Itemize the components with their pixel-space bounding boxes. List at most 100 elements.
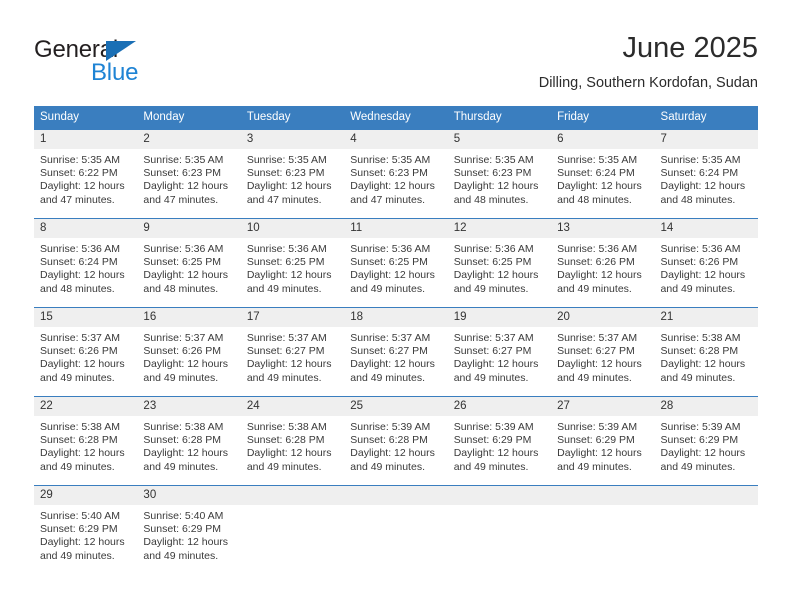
week-separator-cell — [344, 388, 448, 397]
day-details: Sunrise: 5:37 AM Sunset: 6:27 PM Daylight:… — [448, 327, 551, 385]
calendar-day-cell[interactable]: 28 Sunrise: 5:39 AM Sunset: 6:29 PM Dayligh… — [654, 396, 758, 477]
calendar-day-cell[interactable]: 5 Sunrise: 5:35 AM Sunset: 6:23 PM Daylight… — [447, 129, 552, 210]
calendar-day-cell[interactable]: 29 Sunrise: 5:40 AM Sunset: 6:29 PM Dayligh… — [34, 485, 138, 566]
day-details: Sunrise: 5:38 AM Sunset: 6:28 PM Daylight:… — [34, 416, 137, 474]
week-separator-cell — [654, 477, 758, 486]
sunrise-text: Sunrise: 5:35 AM — [246, 154, 327, 166]
sunset-text: Sunset: 6:25 PM — [453, 256, 532, 269]
calendar-day-cell[interactable]: 11 Sunrise: 5:36 AM Sunset: 6:25 PM Dayligh… — [344, 218, 448, 299]
calendar-day-cell[interactable]: 22 Sunrise: 5:38 AM Sunset: 6:28 PM Dayligh… — [34, 396, 138, 477]
calendar-day-cell[interactable]: 27 Sunrise: 5:39 AM Sunset: 6:29 PM Dayligh… — [551, 396, 655, 477]
sunset-text: Sunset: 6:26 PM — [660, 256, 739, 269]
calendar-day-cell[interactable]: 8 Sunrise: 5:36 AM Sunset: 6:24 PM Daylight… — [34, 218, 138, 299]
calendar-day-cell[interactable]: 30 Sunrise: 5:40 AM Sunset: 6:29 PM Dayligh… — [137, 485, 241, 566]
calendar-day-cell[interactable]: 23 Sunrise: 5:38 AM Sunset: 6:28 PM Dayligh… — [137, 396, 241, 477]
daylight-text-line2: and 49 minutes. — [350, 371, 425, 384]
calendar-day-cell[interactable]: 20 Sunrise: 5:37 AM Sunset: 6:27 PM Dayligh… — [551, 307, 655, 388]
day-details: Sunrise: 5:36 AM Sunset: 6:25 PM Daylight:… — [137, 238, 240, 296]
calendar-page: General Blue June 2025 Dilling, Southern… — [0, 0, 792, 612]
daylight-text-line1: Daylight: 12 hours — [143, 536, 229, 549]
daylight-text-line2: and 49 minutes. — [143, 460, 219, 473]
sunrise-text: Sunrise: 5:36 AM — [246, 243, 327, 255]
week-separator-cell — [654, 210, 758, 219]
calendar-day-cell[interactable]: 25 Sunrise: 5:39 AM Sunset: 6:28 PM Dayligh… — [344, 396, 448, 477]
title-block: June 2025 Dilling, Southern Kordofan, Su… — [539, 30, 758, 92]
sunset-text: Sunset: 6:22 PM — [40, 167, 118, 180]
daylight-text-line1: Daylight: 12 hours — [453, 447, 539, 460]
calendar-day-cell[interactable]: 26 Sunrise: 5:39 AM Sunset: 6:29 PM Dayligh… — [447, 396, 552, 477]
week-separator — [34, 388, 758, 397]
day-number: 29 — [34, 486, 138, 505]
weekday-header-tuesday: Tuesday — [240, 106, 345, 130]
week-separator-cell — [240, 210, 345, 219]
calendar-day-cell[interactable]: 17 Sunrise: 5:37 AM Sunset: 6:27 PM Dayligh… — [240, 307, 345, 388]
daylight-text-line1: Daylight: 12 hours — [557, 447, 642, 460]
day-details: Sunrise: 5:37 AM Sunset: 6:27 PM Daylight:… — [241, 327, 344, 385]
sunrise-text: Sunrise: 5:35 AM — [350, 154, 431, 166]
day-number: 21 — [654, 308, 758, 327]
calendar-day-cell[interactable]: 9 Sunrise: 5:36 AM Sunset: 6:25 PM Daylight… — [137, 218, 241, 299]
daylight-text-line2: and 49 minutes. — [143, 549, 219, 562]
week-separator-cell — [34, 477, 138, 486]
sunrise-text: Sunrise: 5:38 AM — [40, 421, 120, 433]
generalblue-logo[interactable]: General Blue — [34, 36, 214, 90]
calendar-day-cell[interactable]: 15 Sunrise: 5:37 AM Sunset: 6:26 PM Dayligh… — [34, 307, 138, 388]
week-separator — [34, 477, 758, 486]
day-number: 18 — [344, 308, 448, 327]
calendar-day-cell-empty — [344, 485, 448, 566]
calendar-day-cell[interactable]: 24 Sunrise: 5:38 AM Sunset: 6:28 PM Dayligh… — [240, 396, 345, 477]
calendar-day-cell[interactable]: 19 Sunrise: 5:37 AM Sunset: 6:27 PM Dayligh… — [447, 307, 552, 388]
day-number: 6 — [551, 130, 655, 149]
calendar-day-cell[interactable]: 21 Sunrise: 5:38 AM Sunset: 6:28 PM Dayligh… — [654, 307, 758, 388]
day-number: 17 — [240, 308, 345, 327]
day-details: Sunrise: 5:37 AM Sunset: 6:27 PM Daylight:… — [344, 327, 447, 385]
daylight-text-line2: and 49 minutes. — [246, 460, 322, 473]
week-separator-cell — [344, 299, 448, 308]
sunrise-text: Sunrise: 5:36 AM — [453, 243, 534, 255]
sunrise-text: Sunrise: 5:37 AM — [143, 332, 224, 344]
calendar-day-cell[interactable]: 14 Sunrise: 5:36 AM Sunset: 6:26 PM Dayligh… — [654, 218, 758, 299]
daylight-text-line1: Daylight: 12 hours — [40, 536, 125, 549]
daylight-text-line2: and 49 minutes. — [660, 282, 736, 295]
day-number: 25 — [344, 397, 448, 416]
calendar-day-cell[interactable]: 10 Sunrise: 5:36 AM Sunset: 6:25 PM Dayligh… — [240, 218, 345, 299]
page-header: General Blue June 2025 Dilling, Southern… — [0, 0, 792, 100]
calendar-day-cell[interactable]: 3 Sunrise: 5:35 AM Sunset: 6:23 PM Daylight… — [240, 129, 345, 210]
daylight-text-line2: and 47 minutes. — [143, 193, 219, 206]
sunset-text: Sunset: 6:27 PM — [350, 345, 428, 358]
week-separator-cell — [447, 388, 552, 397]
day-number: 4 — [344, 130, 448, 149]
sunrise-text: Sunrise: 5:39 AM — [350, 421, 431, 433]
daylight-text-line2: and 49 minutes. — [40, 549, 115, 562]
calendar-day-cell[interactable]: 16 Sunrise: 5:37 AM Sunset: 6:26 PM Dayligh… — [137, 307, 241, 388]
day-number: 20 — [551, 308, 655, 327]
week-separator — [34, 299, 758, 308]
day-details: Sunrise: 5:36 AM Sunset: 6:24 PM Daylight:… — [34, 238, 137, 296]
sunrise-text: Sunrise: 5:39 AM — [660, 421, 741, 433]
calendar-day-cell[interactable]: 2 Sunrise: 5:35 AM Sunset: 6:23 PM Daylight… — [137, 129, 241, 210]
calendar-day-cell[interactable]: 7 Sunrise: 5:35 AM Sunset: 6:24 PM Daylight… — [654, 129, 758, 210]
sunset-text: Sunset: 6:27 PM — [246, 345, 325, 358]
calendar-day-cell[interactable]: 4 Sunrise: 5:35 AM Sunset: 6:23 PM Daylight… — [344, 129, 448, 210]
day-details: Sunrise: 5:35 AM Sunset: 6:23 PM Daylight:… — [241, 149, 344, 207]
sunset-text: Sunset: 6:28 PM — [660, 345, 739, 358]
day-details: Sunrise: 5:35 AM Sunset: 6:22 PM Daylight:… — [34, 149, 137, 207]
day-details: Sunrise: 5:40 AM Sunset: 6:29 PM Daylight:… — [34, 505, 137, 563]
day-number: 7 — [654, 130, 758, 149]
calendar-day-cell[interactable]: 6 Sunrise: 5:35 AM Sunset: 6:24 PM Daylight… — [551, 129, 655, 210]
sunrise-text: Sunrise: 5:38 AM — [660, 332, 741, 344]
daylight-text-line2: and 49 minutes. — [246, 371, 322, 384]
calendar-day-cell[interactable]: 18 Sunrise: 5:37 AM Sunset: 6:27 PM Dayligh… — [344, 307, 448, 388]
day-details: Sunrise: 5:36 AM Sunset: 6:26 PM Daylight:… — [551, 238, 654, 296]
day-details: Sunrise: 5:36 AM Sunset: 6:25 PM Daylight:… — [448, 238, 551, 296]
day-number: 13 — [551, 219, 655, 238]
calendar-day-cell[interactable]: 1 Sunrise: 5:35 AM Sunset: 6:22 PM Daylight… — [34, 129, 138, 210]
daylight-text-line1: Daylight: 12 hours — [660, 269, 746, 282]
calendar-day-cell[interactable]: 12 Sunrise: 5:36 AM Sunset: 6:25 PM Dayligh… — [447, 218, 552, 299]
daylight-text-line1: Daylight: 12 hours — [143, 447, 229, 460]
week-separator-cell — [551, 299, 655, 308]
sunset-text: Sunset: 6:29 PM — [557, 434, 635, 447]
day-details: Sunrise: 5:38 AM Sunset: 6:28 PM Daylight:… — [137, 416, 240, 474]
calendar-day-cell[interactable]: 13 Sunrise: 5:36 AM Sunset: 6:26 PM Dayligh… — [551, 218, 655, 299]
day-number: 9 — [137, 219, 241, 238]
